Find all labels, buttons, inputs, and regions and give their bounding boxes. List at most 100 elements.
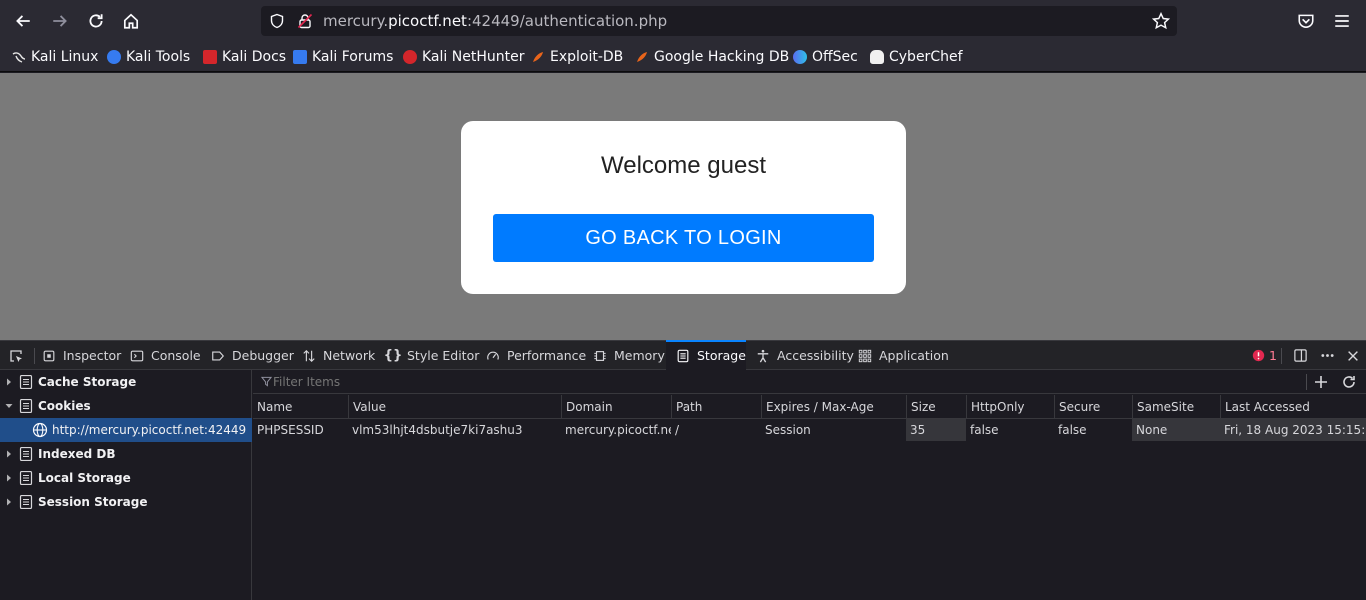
column-header-domain[interactable]: Domain (561, 395, 671, 418)
cell-httponly[interactable]: false (966, 419, 1054, 441)
table-row[interactable]: PHPSESSID vlm53lhjt4dsbutje7ki7ashu3 mer… (253, 419, 1366, 441)
app-menu-button[interactable] (1327, 6, 1357, 36)
tab-network[interactable]: Network (301, 341, 375, 370)
cyberchef-icon (870, 50, 884, 64)
url-suffix: :42449/authentication.php (466, 12, 668, 30)
tree-indexed-db[interactable]: Indexed DB (0, 442, 252, 466)
tree-label: Cookies (38, 399, 91, 413)
expand-triangle-icon[interactable] (5, 498, 13, 506)
add-item-icon[interactable] (1313, 374, 1329, 390)
column-header-path[interactable]: Path (671, 395, 761, 418)
bookmark-kali-tools[interactable]: Kali Tools (107, 47, 190, 67)
kali-tools-icon (107, 50, 121, 64)
reload-icon (89, 14, 103, 28)
bookmarks-toolbar: Kali Linux Kali Tools Kali Docs Kali For… (0, 42, 1366, 72)
accessibility-icon (755, 348, 771, 364)
bookmark-offsec[interactable]: OffSec (793, 47, 858, 67)
tab-storage[interactable]: Storage (666, 340, 746, 370)
tab-label: Debugger (232, 348, 294, 363)
cell-domain[interactable]: mercury.picoctf.net (561, 419, 671, 441)
bookmark-star-icon[interactable] (1152, 12, 1170, 30)
column-header-last-accessed[interactable]: Last Accessed (1220, 395, 1366, 418)
dock-side-button[interactable] (1292, 341, 1314, 370)
cell-value[interactable]: vlm53lhjt4dsbutje7ki7ashu3 (348, 419, 561, 441)
cell-secure[interactable]: false (1054, 419, 1132, 441)
tab-inspector[interactable]: Inspector (41, 341, 121, 370)
column-header-size[interactable]: Size (906, 395, 966, 418)
tree-cache-storage[interactable]: Cache Storage (0, 370, 252, 394)
bookmark-google-hacking-db[interactable]: Google Hacking DB (635, 47, 789, 67)
back-button[interactable] (8, 6, 38, 36)
offsec-icon (793, 50, 807, 64)
expand-triangle-icon[interactable] (5, 450, 13, 458)
refresh-icon[interactable] (1341, 374, 1357, 390)
tab-application[interactable]: Application (857, 341, 949, 370)
storage-table-panel: Name Value Domain Path Expires / Max-Age… (253, 370, 1366, 600)
column-header-httponly[interactable]: HttpOnly (966, 395, 1054, 418)
column-header-expires[interactable]: Expires / Max-Age (761, 395, 906, 418)
url-bar[interactable]: mercury.picoctf.net:42449/authentication… (261, 6, 1177, 36)
home-button[interactable] (116, 6, 146, 36)
column-header-secure[interactable]: Secure (1054, 395, 1132, 418)
column-header-samesite[interactable]: SameSite (1132, 395, 1220, 418)
storage-type-icon (19, 399, 33, 413)
error-count-badge[interactable]: 1 (1250, 341, 1277, 370)
hamburger-menu-icon (1335, 15, 1349, 27)
element-picker-icon (10, 349, 22, 362)
tab-label: Network (323, 348, 376, 363)
close-devtools-button[interactable] (1345, 341, 1366, 370)
bookmark-kali-docs[interactable]: Kali Docs (203, 47, 286, 67)
cell-last-accessed: Fri, 18 Aug 2023 15:15:32 ... (1220, 419, 1366, 441)
table-header: Name Value Domain Path Expires / Max-Age… (253, 395, 1366, 419)
tree-cookie-host[interactable]: http://mercury.picoctf.net:42449 (0, 418, 252, 442)
forward-button[interactable] (45, 6, 75, 36)
collapse-triangle-icon[interactable] (5, 402, 13, 410)
tree-local-storage[interactable]: Local Storage (0, 466, 252, 490)
tab-memory[interactable]: Memory (592, 341, 665, 370)
pocket-icon (1298, 14, 1314, 28)
column-header-value[interactable]: Value (348, 395, 561, 418)
storage-type-icon (19, 495, 33, 509)
expand-triangle-icon[interactable] (5, 378, 13, 386)
shield-icon[interactable] (269, 13, 285, 29)
storage-type-icon (19, 447, 33, 461)
network-arrows-icon (301, 348, 317, 364)
go-back-to-login-button[interactable]: GO BACK TO LOGIN (493, 214, 874, 262)
bookmark-kali-nethunter[interactable]: Kali NetHunter (403, 47, 524, 67)
tab-debugger[interactable]: Debugger (210, 341, 294, 370)
insecure-lock-icon[interactable] (297, 13, 313, 29)
pocket-button[interactable] (1291, 6, 1321, 36)
filter-items-input[interactable] (273, 373, 1293, 391)
bookmark-label: Kali Docs (222, 49, 287, 65)
toolbar-separator (1281, 348, 1282, 364)
tab-style-editor[interactable]: {} Style Editor (384, 341, 480, 370)
ghdb-icon (635, 50, 649, 64)
cell-path[interactable]: / (671, 419, 761, 441)
tab-label: Accessibility (777, 348, 854, 363)
reload-button[interactable] (81, 6, 111, 36)
cell-expires[interactable]: Session (761, 419, 906, 441)
bookmark-label: Exploit-DB (550, 49, 624, 65)
tab-console[interactable]: Console (129, 341, 201, 370)
kali-dragon-icon (12, 50, 26, 64)
bookmark-cyberchef[interactable]: CyberChef (870, 47, 963, 67)
gauge-icon (485, 348, 501, 364)
bookmark-exploit-db[interactable]: Exploit-DB (531, 47, 623, 67)
url-text[interactable]: mercury.picoctf.net:42449/authentication… (323, 12, 667, 30)
kali-docs-icon (203, 50, 217, 64)
bookmark-label: Kali Linux (31, 49, 99, 65)
tab-accessibility[interactable]: Accessibility (755, 341, 854, 370)
devtools-more-button[interactable] (1319, 341, 1341, 370)
filter-funnel-icon (261, 376, 272, 387)
bookmark-kali-linux[interactable]: Kali Linux (12, 47, 98, 67)
column-header-name[interactable]: Name (253, 395, 348, 418)
tab-performance[interactable]: Performance (485, 341, 586, 370)
bookmark-kali-forums[interactable]: Kali Forums (293, 47, 393, 67)
tree-cookies[interactable]: Cookies (0, 394, 252, 418)
tree-session-storage[interactable]: Session Storage (0, 490, 252, 514)
element-picker-button[interactable] (8, 341, 30, 370)
expand-triangle-icon[interactable] (5, 474, 13, 482)
tree-label: Indexed DB (38, 447, 116, 461)
devtools-toolbar: Inspector Console Debugger Network {} Sty… (0, 340, 1366, 370)
cell-name[interactable]: PHPSESSID (253, 419, 348, 441)
